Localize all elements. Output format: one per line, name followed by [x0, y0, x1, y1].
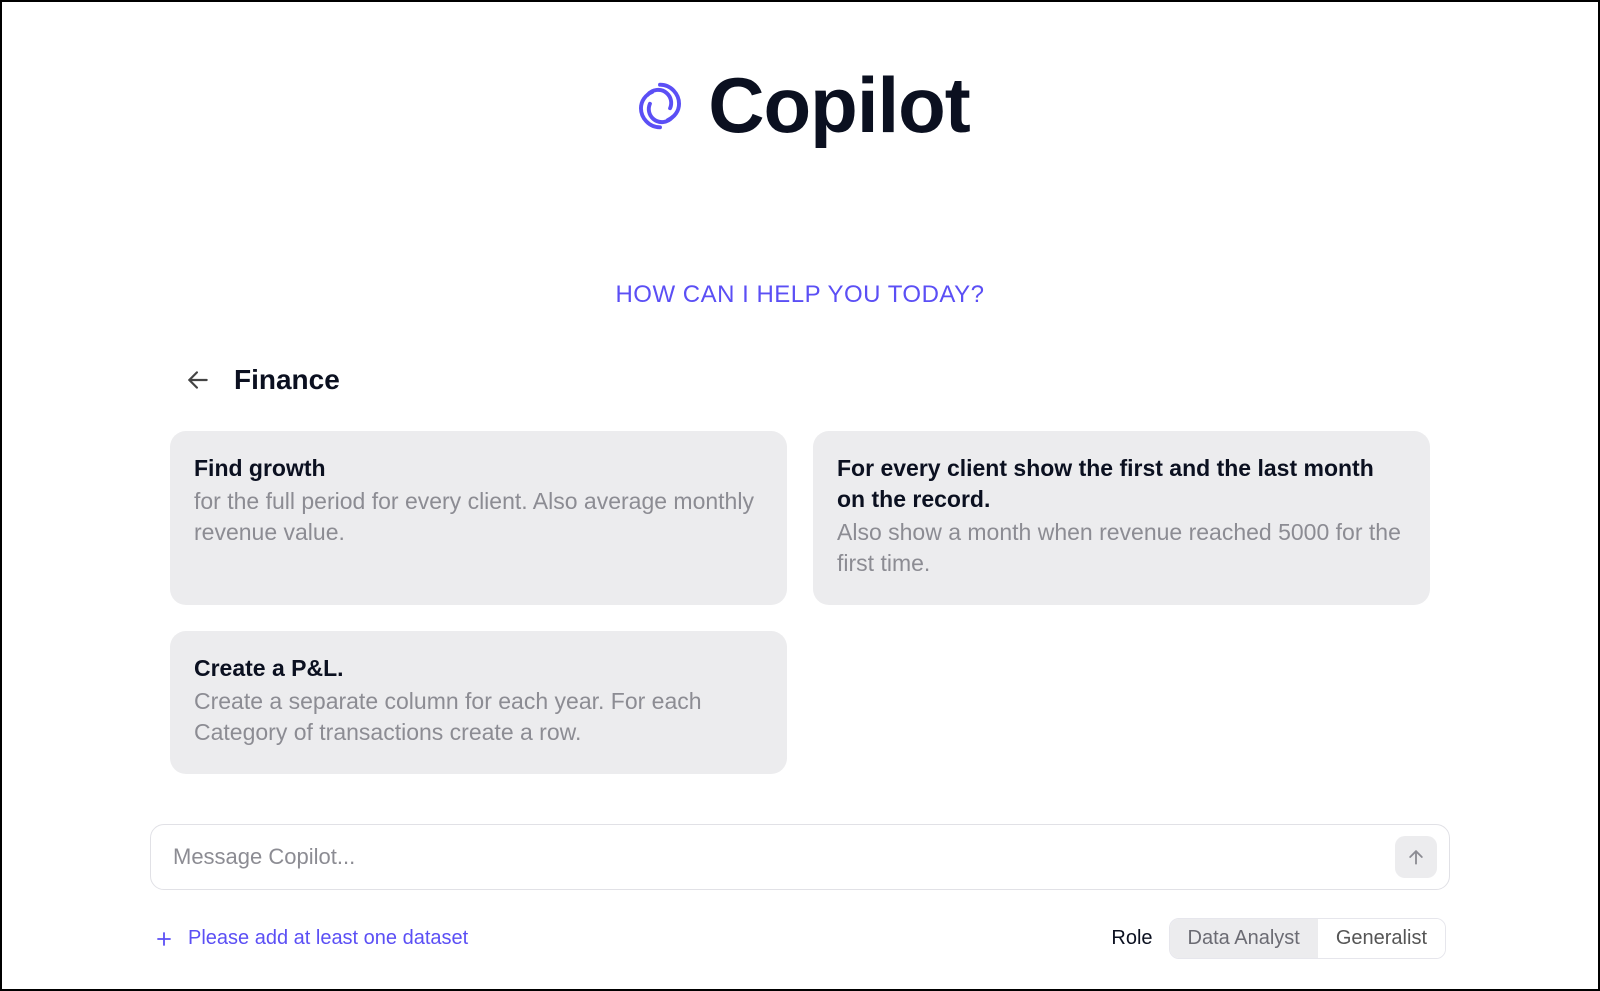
arrow-up-icon — [1406, 847, 1426, 867]
suggestion-card[interactable]: Find growth for the full period for ever… — [170, 431, 787, 605]
card-desc: for the full period for every client. Al… — [194, 486, 763, 548]
role-selector: Role Data Analyst Generalist — [1111, 918, 1446, 959]
role-option-generalist[interactable]: Generalist — [1318, 919, 1445, 958]
plus-icon — [154, 929, 174, 949]
app-title: Copilot — [708, 60, 970, 151]
card-desc: Create a separate column for each year. … — [194, 686, 763, 748]
add-dataset-button[interactable]: Please add at least one dataset — [154, 927, 468, 950]
copilot-logo-icon — [630, 76, 690, 136]
card-title: For every client show the first and the … — [837, 453, 1406, 515]
send-button[interactable] — [1395, 836, 1437, 878]
suggestion-cards: Find growth for the full period for ever… — [160, 431, 1440, 774]
message-input[interactable] — [173, 844, 1395, 870]
add-dataset-label: Please add at least one dataset — [188, 927, 468, 950]
section-title: Finance — [234, 364, 340, 396]
role-segmented-control: Data Analyst Generalist — [1169, 918, 1446, 959]
tagline: HOW CAN I HELP YOU TODAY? — [2, 281, 1598, 309]
brand-header: Copilot — [2, 60, 1598, 151]
card-desc: Also show a month when revenue reached 5… — [837, 517, 1406, 579]
role-option-data-analyst[interactable]: Data Analyst — [1170, 919, 1318, 958]
message-composer — [150, 824, 1450, 890]
card-title: Create a P&L. — [194, 653, 763, 684]
card-title: Find growth — [194, 453, 763, 484]
role-label: Role — [1111, 927, 1152, 950]
suggestion-card[interactable]: For every client show the first and the … — [813, 431, 1430, 605]
arrow-left-icon — [185, 367, 211, 393]
suggestion-card[interactable]: Create a P&L. Create a separate column f… — [170, 631, 787, 774]
back-button[interactable] — [184, 366, 212, 394]
